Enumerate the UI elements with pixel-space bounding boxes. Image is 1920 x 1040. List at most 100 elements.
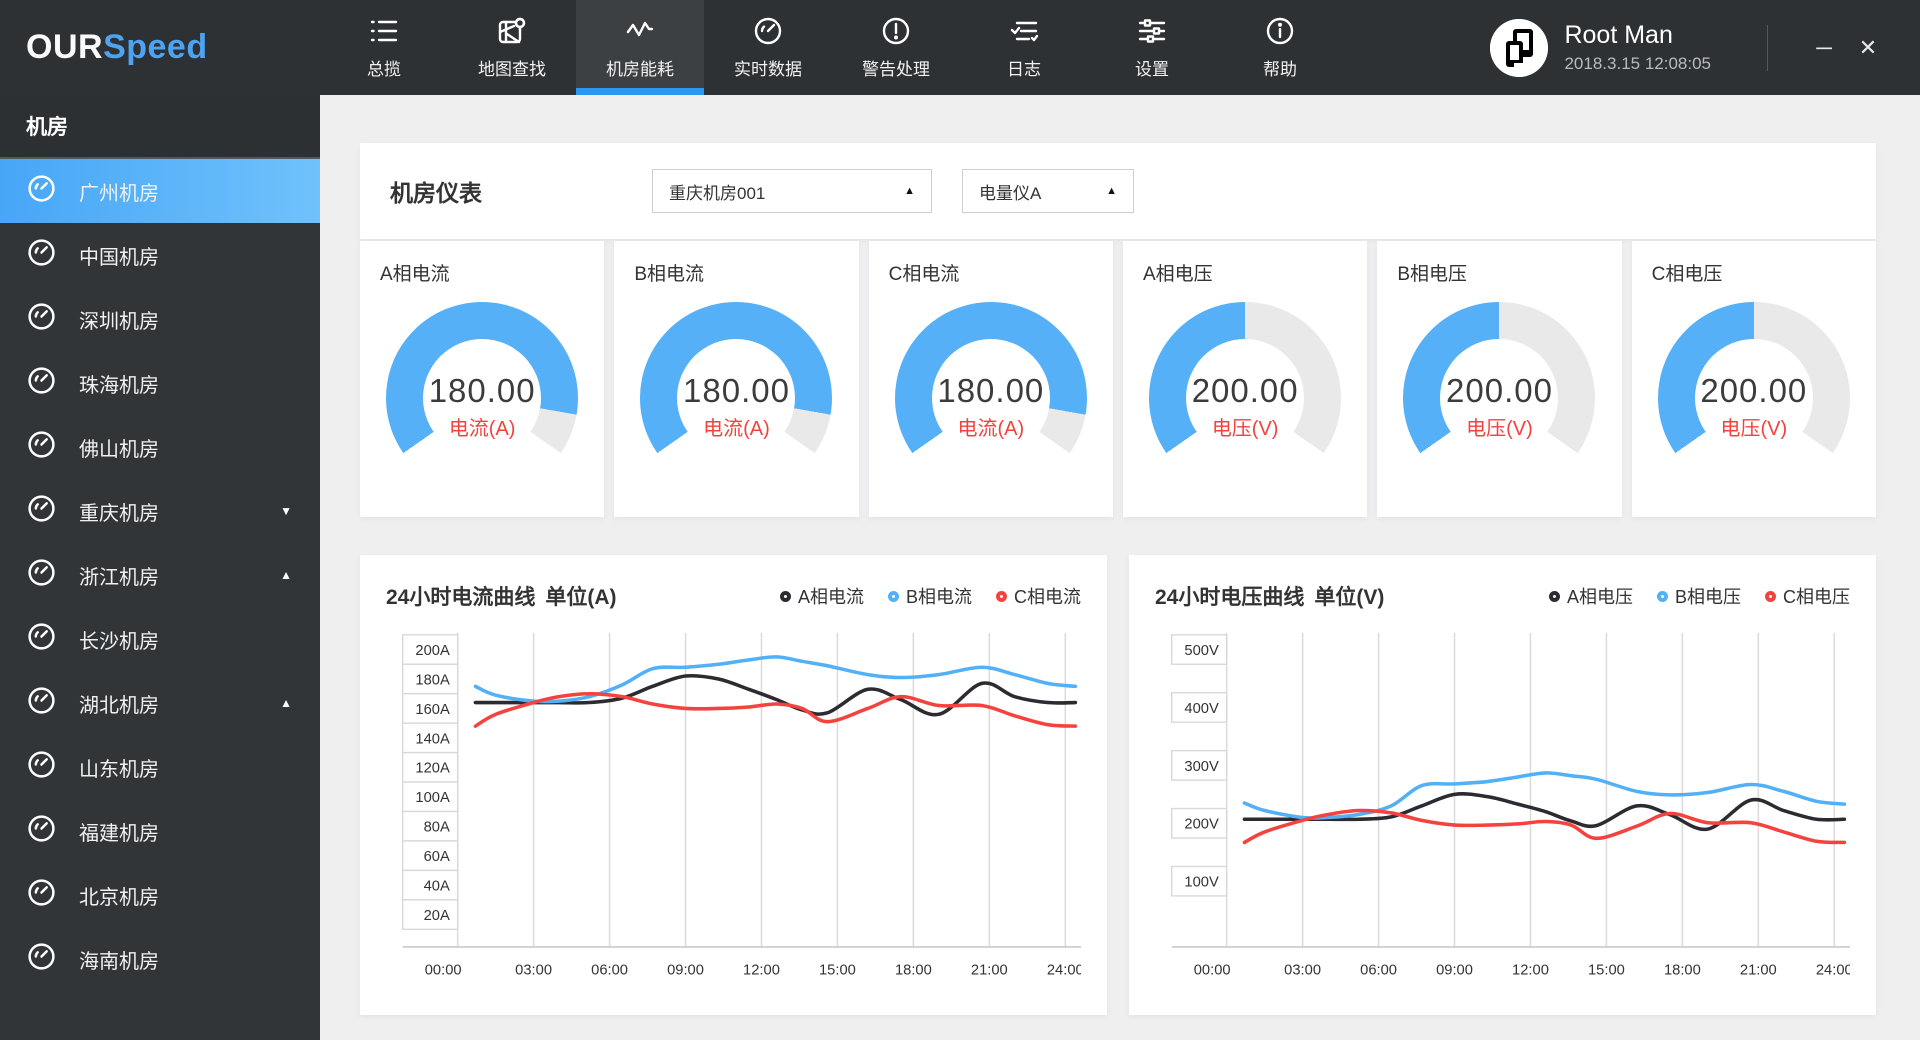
- gauge-icon: [26, 301, 79, 338]
- user-info: Root Man 2018.3.15 12:08:05: [1564, 21, 1711, 74]
- svg-text:12:00: 12:00: [1512, 962, 1549, 978]
- sidebar-item-11[interactable]: 北京机房: [0, 863, 320, 927]
- sidebar-item-1[interactable]: 中国机房: [0, 223, 320, 287]
- sidebar-item-label: 海南机房: [79, 950, 159, 973]
- sidebar-item-label: 长沙机房: [79, 630, 159, 653]
- page-title: 机房仪表: [390, 180, 482, 206]
- gauge-unit: 电流(A): [703, 418, 770, 440]
- sidebar-item-10[interactable]: 福建机房: [0, 799, 320, 863]
- chevron-down-icon: ▼: [280, 504, 292, 518]
- room-select-value: 重庆机房001: [669, 183, 766, 203]
- svg-text:300V: 300V: [1184, 759, 1219, 775]
- sidebar-item-label: 北京机房: [79, 886, 159, 909]
- nav-tab-label: 实时数据: [734, 59, 802, 79]
- nav-tab-1[interactable]: 地图查找: [448, 0, 576, 95]
- sidebar-item-label: 广州机房: [79, 182, 159, 205]
- gauge-value: 180.00: [937, 372, 1045, 409]
- line-chart: 500V 400V 300V 200V 100V 00:00 03:00 06:00 09:00…: [1171, 632, 1850, 978]
- sidebar-item-8[interactable]: 湖北机房 ▲: [0, 671, 320, 735]
- gauge-icon: [26, 877, 79, 914]
- sidebar-item-0[interactable]: 广州机房: [0, 159, 320, 223]
- sidebar: 机房 广州机房 中国机房 深圳机房 珠海机房 佛山机房 重庆机房 ▼ 浙江机房 ▲ 长沙机房 湖北机…: [0, 95, 320, 1040]
- log-icon: [1009, 16, 1039, 46]
- legend-ring-icon: [887, 590, 899, 602]
- legend-item[interactable]: A相电压: [1548, 583, 1633, 609]
- chart-legend: A相电压 B相电压 C相电压: [1548, 583, 1850, 609]
- sidebar-item-5[interactable]: 重庆机房 ▼: [0, 479, 320, 543]
- sidebar-item-label: 佛山机房: [79, 438, 159, 461]
- gauge: 200.00 电压(V): [1657, 302, 1850, 494]
- gauge-value: 180.00: [683, 372, 790, 409]
- svg-text:12:00: 12:00: [743, 962, 780, 978]
- chevron-up-icon: ▲: [280, 696, 292, 710]
- sidebar-item-label: 中国机房: [79, 246, 159, 269]
- gauge: 180.00 电流(A): [894, 302, 1087, 494]
- sidebar-item-label: 浙江机房: [79, 566, 159, 589]
- sidebar-item-4[interactable]: 佛山机房: [0, 415, 320, 479]
- nav-tab-0[interactable]: 总揽: [320, 0, 448, 95]
- legend-item[interactable]: B相电流: [887, 583, 972, 609]
- gauge-unit: 电压(V): [1211, 418, 1279, 440]
- svg-text:09:00: 09:00: [1436, 962, 1473, 978]
- legend-label: C相电流: [1014, 587, 1081, 607]
- gauge-icon: [26, 621, 79, 658]
- svg-text:160A: 160A: [415, 702, 450, 718]
- user-avatar[interactable]: [1490, 18, 1549, 77]
- nav-tab-3[interactable]: 实时数据: [704, 0, 832, 95]
- gauge-title: B相电流: [634, 264, 705, 285]
- pulse-icon: [625, 16, 655, 46]
- svg-text:400V: 400V: [1184, 701, 1219, 717]
- sidebar-item-label: 珠海机房: [79, 374, 159, 397]
- legend-item[interactable]: C相电流: [996, 583, 1081, 609]
- sidebar-item-label: 福建机房: [79, 822, 159, 845]
- gauge-unit: 电压(V): [1466, 418, 1533, 440]
- sliders-icon: [1137, 16, 1167, 46]
- legend-label: B相电压: [1674, 587, 1741, 607]
- chart-legend: A相电流 B相电流 C相电流: [779, 583, 1081, 609]
- legend-ring-icon: [1765, 590, 1776, 602]
- sidebar-item-2[interactable]: 深圳机房: [0, 287, 320, 351]
- gauge-card-0: A相电流 180.00 电流(A): [360, 241, 605, 517]
- gauge-title: C相电流: [888, 264, 960, 285]
- svg-text:03:00: 03:00: [1284, 962, 1321, 978]
- sidebar-item-9[interactable]: 山东机房: [0, 735, 320, 799]
- chart-panel-1: 24小时电压曲线 单位(V) A相电压 B相电压 C相电压 500V 400V 300V 200…: [1129, 555, 1876, 1015]
- nav-tab-5[interactable]: 日志: [960, 0, 1088, 95]
- legend-item[interactable]: A相电流: [779, 583, 864, 609]
- chevron-up-icon: ▲: [280, 568, 292, 582]
- svg-text:15:00: 15:00: [819, 962, 856, 978]
- gauge-unit: 电压(V): [1720, 418, 1788, 440]
- nav-tab-4[interactable]: 警告处理: [832, 0, 960, 95]
- svg-text:500V: 500V: [1184, 643, 1219, 659]
- svg-text:06:00: 06:00: [1360, 962, 1397, 978]
- gauge-title: A相电流: [380, 264, 450, 285]
- sidebar-item-12[interactable]: 海南机房: [0, 927, 320, 991]
- gauge-icon: [26, 749, 79, 786]
- meters-panel-header: 机房仪表 重庆机房001 ▲ 电量仪A ▲: [360, 143, 1876, 239]
- nav-tab-6[interactable]: 设置: [1088, 0, 1216, 95]
- room-select[interactable]: 重庆机房001 ▲: [652, 169, 932, 213]
- sidebar-item-6[interactable]: 浙江机房 ▲: [0, 543, 320, 607]
- user-name: Root Man: [1564, 21, 1673, 49]
- gauge-icon: [26, 941, 79, 978]
- minimize-button[interactable]: ─: [1802, 26, 1846, 70]
- sidebar-item-7[interactable]: 长沙机房: [0, 607, 320, 671]
- sidebar-item-3[interactable]: 珠海机房: [0, 351, 320, 415]
- main-content: 机房仪表 重庆机房001 ▲ 电量仪A ▲ A相电流 180.00 电流(A) B相电…: [320, 95, 1920, 1040]
- nav-tab-2[interactable]: 机房能耗: [576, 0, 704, 95]
- nav-tab-label: 警告处理: [862, 59, 930, 79]
- legend-label: B相电流: [905, 587, 972, 607]
- svg-text:00:00: 00:00: [425, 962, 462, 978]
- svg-text:200A: 200A: [415, 643, 450, 659]
- legend-label: C相电压: [1783, 587, 1850, 607]
- meter-select[interactable]: 电量仪A ▲: [962, 169, 1134, 213]
- nav-tab-7[interactable]: 帮助: [1216, 0, 1344, 95]
- gauge-card-3: A相电压 200.00 电压(V): [1122, 241, 1368, 517]
- navbar-right: Root Man 2018.3.15 12:08:05 ─ ✕: [1490, 0, 1920, 95]
- legend-label: A相电流: [797, 587, 864, 607]
- gauge: 180.00 电流(A): [640, 302, 833, 494]
- legend-item[interactable]: B相电压: [1656, 583, 1741, 609]
- chart-title: 24小时电压曲线: [1155, 586, 1305, 609]
- close-button[interactable]: ✕: [1846, 26, 1890, 70]
- legend-item[interactable]: C相电压: [1765, 583, 1850, 609]
